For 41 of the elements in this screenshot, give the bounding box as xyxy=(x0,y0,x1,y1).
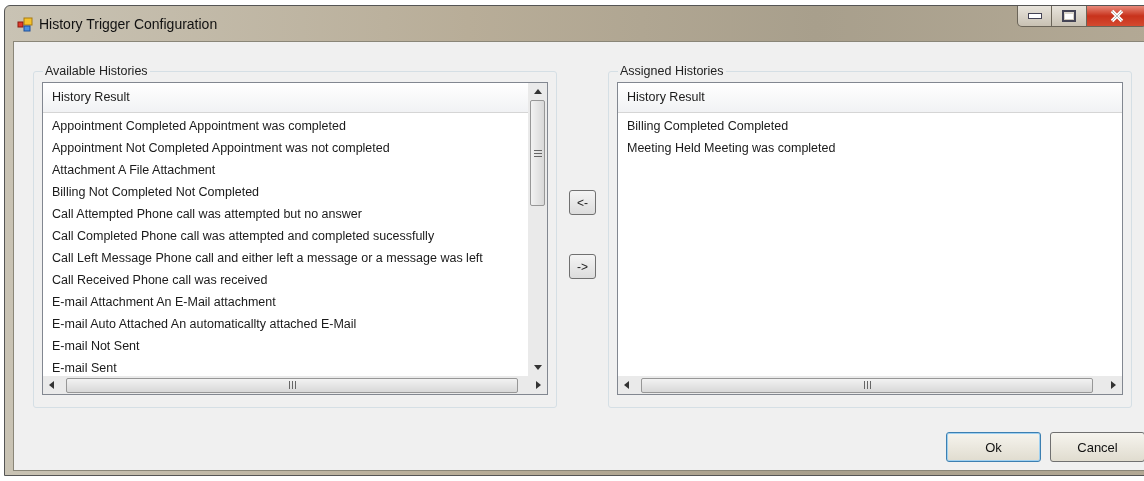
list-item[interactable]: Meeting Held Meeting was completed xyxy=(618,137,1122,159)
right-arrow-icon[interactable] xyxy=(536,381,541,389)
up-arrow-icon[interactable] xyxy=(533,89,542,94)
close-button[interactable] xyxy=(1087,6,1144,27)
list-item[interactable]: E-mail Attachment An E-Mail attachment xyxy=(43,291,528,313)
window-title: History Trigger Configuration xyxy=(39,15,218,32)
minimize-button[interactable] xyxy=(1017,6,1052,27)
list-item[interactable]: E-mail Sent xyxy=(43,357,528,376)
maximize-button[interactable] xyxy=(1052,6,1087,27)
vertical-scrollbar[interactable] xyxy=(528,83,547,376)
group-legend: Assigned Histories xyxy=(618,64,726,78)
list-item[interactable]: Call Attempted Phone call was attempted but no answer xyxy=(43,203,528,225)
scroll-thumb[interactable] xyxy=(66,377,518,393)
group-legend: Available Histories xyxy=(43,64,150,78)
list-item[interactable]: E-mail Not Sent xyxy=(43,335,528,357)
list-item[interactable]: Call Left Message Phone call and either left a message or a message was left xyxy=(43,247,528,269)
scroll-thumb[interactable] xyxy=(641,377,1093,393)
move-button[interactable]: <- xyxy=(569,190,596,215)
maximize-icon xyxy=(1062,10,1076,22)
left-arrow-icon[interactable] xyxy=(49,381,54,389)
list-item[interactable]: Attachment A File Attachment xyxy=(43,159,528,181)
list-item[interactable]: Call Received Phone call was received xyxy=(43,269,528,291)
minimize-icon xyxy=(1027,13,1042,19)
move-button[interactable]: -> xyxy=(569,254,596,279)
list-item[interactable]: Appointment Completed Appointment was completed xyxy=(43,115,528,137)
list-item[interactable]: E-mail Auto Attached An automaticallty attached E-Mail xyxy=(43,313,528,335)
list-item[interactable]: Billing Completed Completed xyxy=(618,115,1122,137)
horizontal-scrollbar[interactable] xyxy=(43,376,547,394)
right-arrow-icon[interactable] xyxy=(1111,381,1116,389)
app-icon xyxy=(17,15,33,32)
assigned-list[interactable]: History Result Billing Completed Completed Meeting Held Meeting was completed xyxy=(617,82,1123,395)
down-arrow-icon[interactable] xyxy=(533,365,542,370)
dialog-button[interactable]: Ok xyxy=(946,432,1041,462)
list-item[interactable]: Billing Not Completed Not Completed xyxy=(43,181,528,203)
scroll-thumb[interactable] xyxy=(530,100,545,206)
dialog-button[interactable]: Cancel xyxy=(1050,432,1144,462)
list-item[interactable]: Call Completed Phone call was attempted and completed sucessfully xyxy=(43,225,528,247)
list-item[interactable]: Appointment Not Completed Appointment was not completed xyxy=(43,137,528,159)
horizontal-scrollbar[interactable] xyxy=(618,376,1122,394)
close-icon xyxy=(1108,9,1125,23)
left-arrow-icon[interactable] xyxy=(624,381,629,389)
